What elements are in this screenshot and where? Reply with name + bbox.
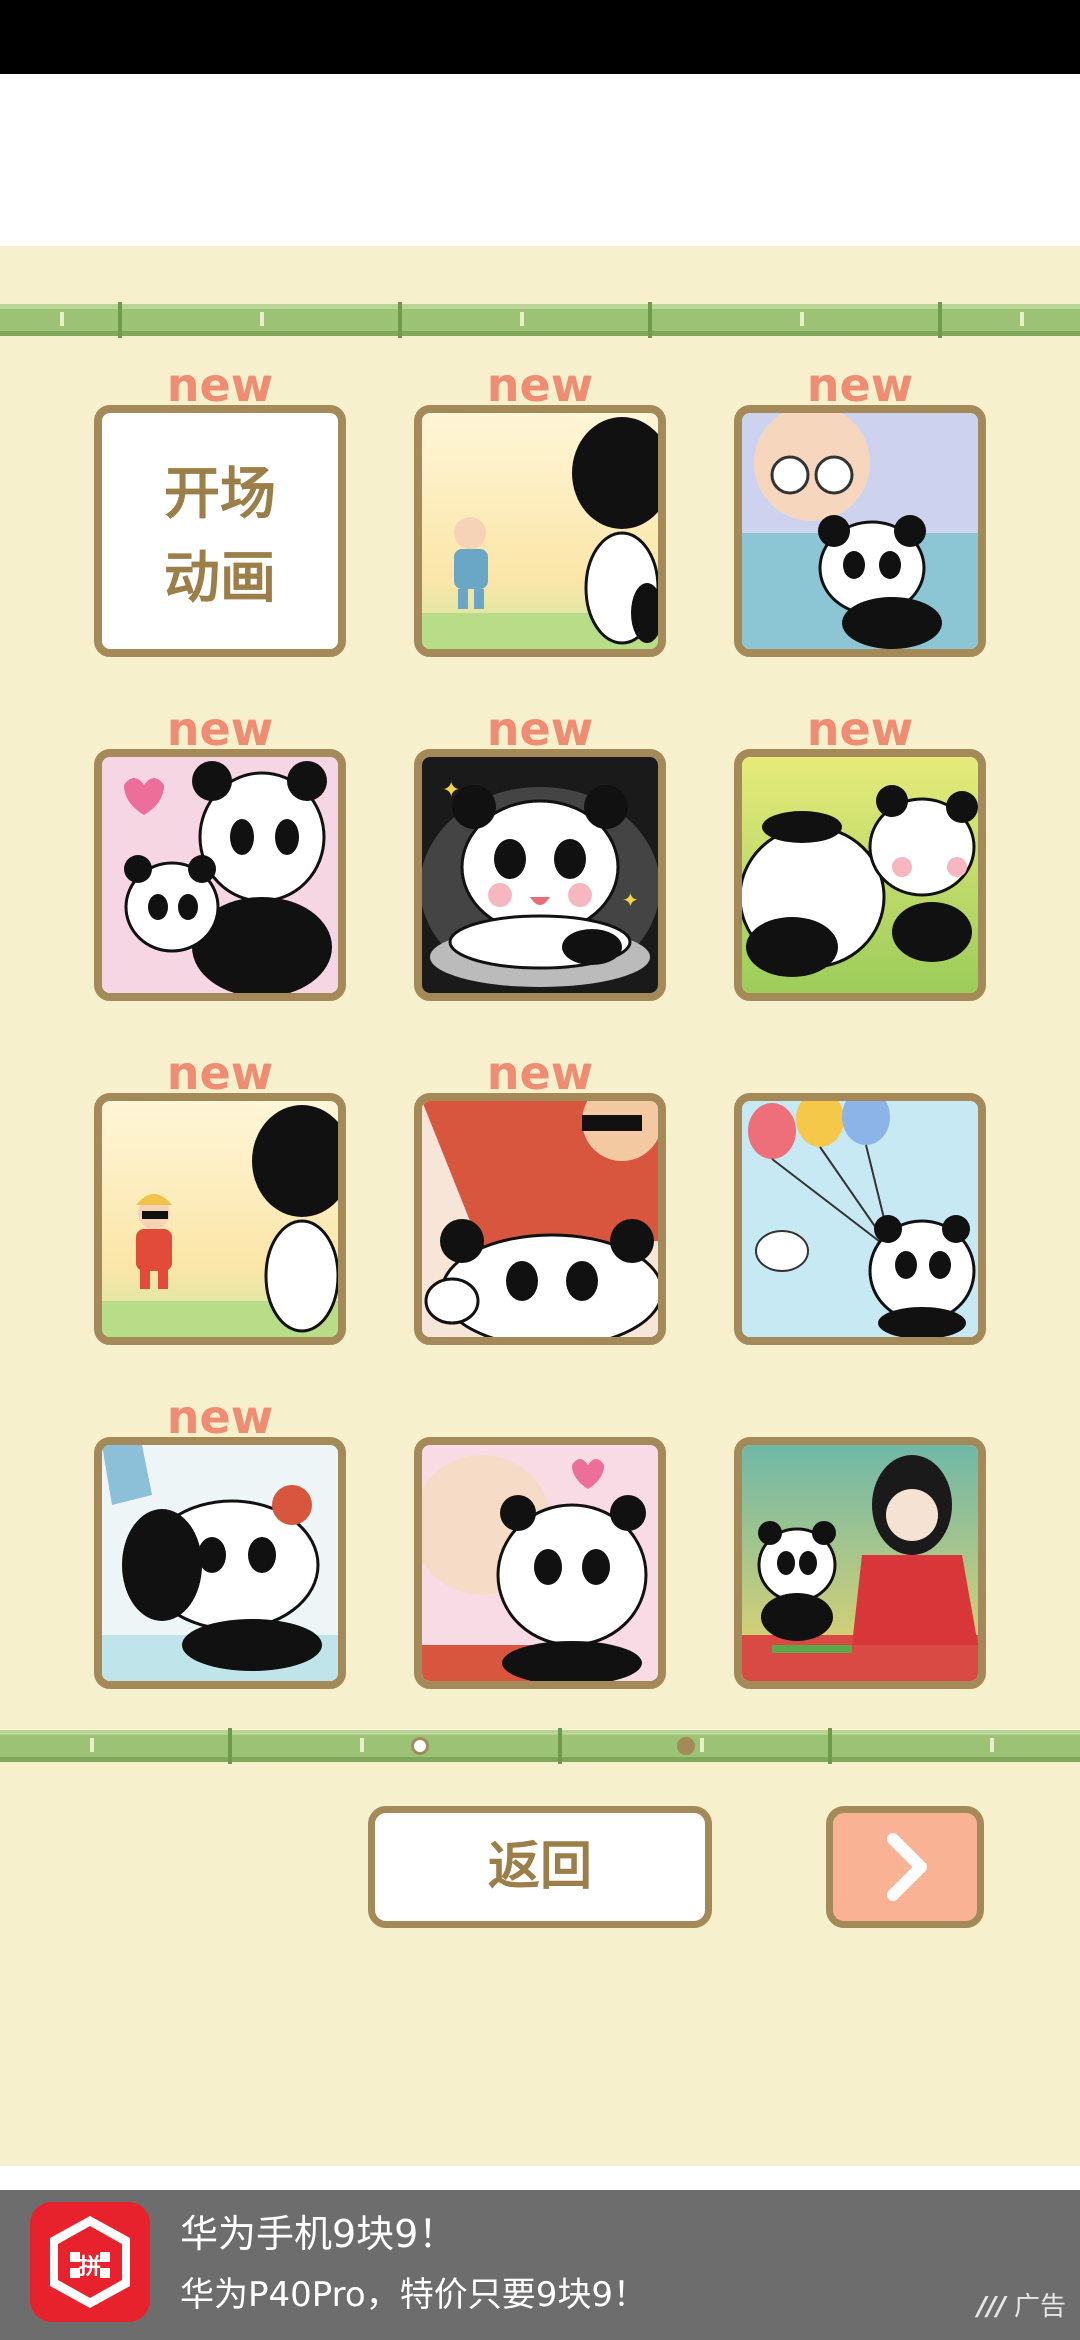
new-label: new xyxy=(486,702,594,756)
grandpa-hugging-panda-thumbnail xyxy=(742,413,978,649)
top-blank-area xyxy=(0,74,1080,246)
next-page-button[interactable] xyxy=(826,1806,984,1928)
panda-with-baby-thumbnail xyxy=(422,1445,658,1681)
svg-text:✦: ✦ xyxy=(442,778,460,803)
status-bar xyxy=(0,0,1080,74)
new-label: new xyxy=(486,1046,594,1100)
ad-subtitle: 华为P40Pro，特价只要9块9！ xyxy=(180,2275,647,2315)
chevron-right-icon xyxy=(887,1833,927,1901)
panda-sweating-thumbnail xyxy=(102,1445,338,1681)
opening-animation-label: 开场 动画 xyxy=(102,453,338,621)
page-indicator-dot-active[interactable] xyxy=(411,1737,429,1755)
gallery-tile-panda-sweating[interactable] xyxy=(94,1437,346,1689)
ad-tag-text: 广告 xyxy=(1013,2292,1066,2322)
bamboo-divider-top xyxy=(0,302,1080,338)
ad-title: 华为手机9块9！ xyxy=(180,2212,457,2256)
new-label: new xyxy=(166,702,274,756)
ad-label: /// 广告 xyxy=(977,2290,1066,2324)
gallery-tile-panda-balloons[interactable] xyxy=(734,1093,986,1345)
back-button[interactable]: 返回 xyxy=(368,1806,712,1928)
gallery-tile-panda-with-baby[interactable] xyxy=(414,1437,666,1689)
gallery-tile-man-with-pandas[interactable] xyxy=(414,1093,666,1345)
new-label: new xyxy=(806,702,914,756)
logo-text: 拼 xyxy=(79,2254,101,2280)
bamboo-divider-bottom xyxy=(0,1728,1080,1764)
new-label: new xyxy=(486,358,594,412)
ad-banner[interactable]: 拼 华为手机9块9！ 华为P40Pro，特价只要9块9！ /// 广告 xyxy=(0,2190,1080,2340)
opening-label-line1: 开场 xyxy=(164,462,276,527)
pandas-lying-thumbnail xyxy=(742,757,978,993)
opening-animation-tile[interactable]: 开场 动画 xyxy=(94,405,346,657)
gallery-tile-grandpa-waving[interactable] xyxy=(414,405,666,657)
pinduoduo-logo: 拼 xyxy=(30,2202,150,2322)
man-with-pandas-thumbnail xyxy=(422,1101,658,1337)
page-indicator-dot[interactable] xyxy=(677,1737,695,1755)
ad-mark-icon: /// xyxy=(977,2292,1006,2322)
pinduoduo-logo-graphic: 拼 xyxy=(30,2202,150,2322)
panda-mother-and-cub-thumbnail xyxy=(102,757,338,993)
opening-label-line2: 动画 xyxy=(164,546,276,611)
gallery-tile-grandpa-hugging-panda[interactable] xyxy=(734,405,986,657)
new-label: new xyxy=(166,1046,274,1100)
gallery-tile-panda-in-pot[interactable]: ✦ ✦ xyxy=(414,749,666,1001)
gallery-tile-boy-in-red-waving[interactable] xyxy=(94,1093,346,1345)
grandpa-waving-thumbnail xyxy=(422,413,658,649)
panda-balloons-thumbnail xyxy=(742,1101,978,1337)
gallery-tile-panda-with-kimono-girl[interactable] xyxy=(734,1437,986,1689)
new-label: new xyxy=(166,1390,274,1444)
new-label: new xyxy=(166,358,274,412)
svg-text:✦: ✦ xyxy=(622,888,639,912)
panda-in-pot-thumbnail: ✦✦ xyxy=(422,757,658,993)
new-label: new xyxy=(806,358,914,412)
panda-with-kimono-girl-thumbnail xyxy=(742,1445,978,1681)
gallery-tile-panda-mother-and-cub[interactable] xyxy=(94,749,346,1001)
gallery-tile-pandas-lying[interactable] xyxy=(734,749,986,1001)
boy-in-red-waving-thumbnail xyxy=(102,1101,338,1337)
